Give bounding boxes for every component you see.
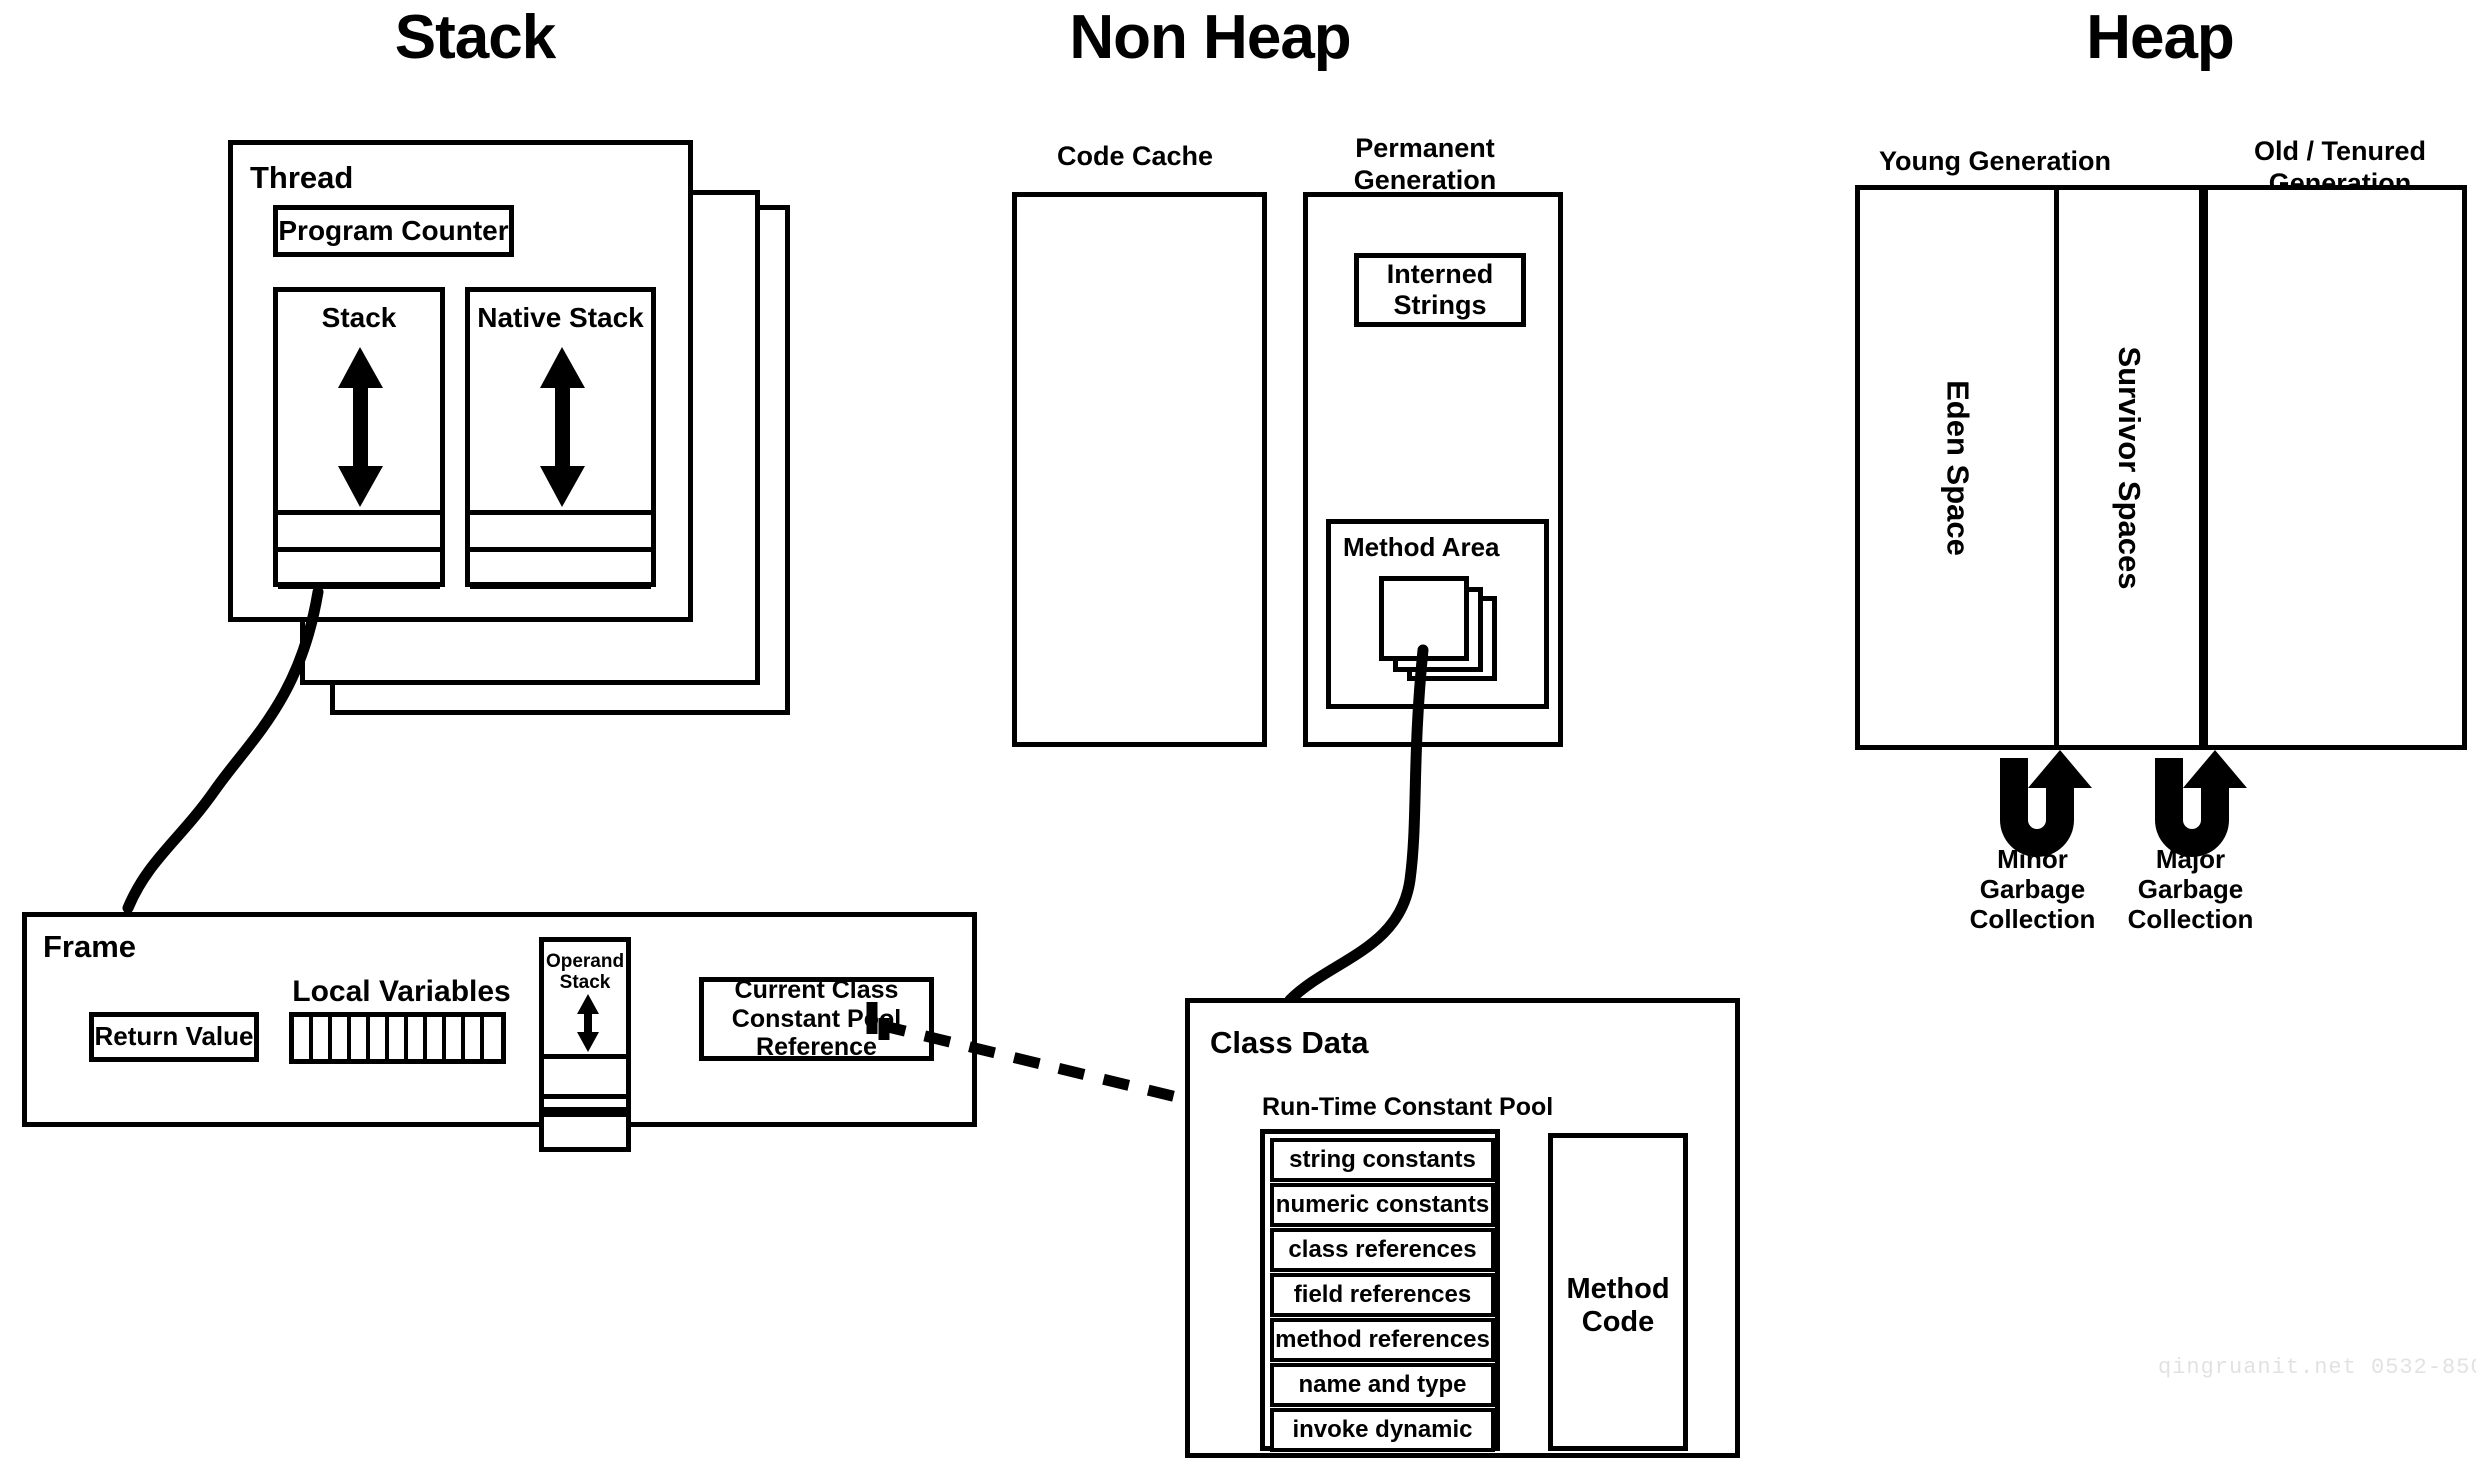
constant-pool-reference-box[interactable]: Current Class Constant Pool Reference — [699, 975, 934, 1062]
method-code-box[interactable]: Method Code — [1548, 1133, 1688, 1451]
frame-box[interactable]: Frame Return Value Local Variables Opera… — [22, 912, 977, 1152]
runtime-constant-pool-box[interactable]: string constants numeric constants class… — [1260, 1129, 1500, 1452]
method-area-box[interactable]: Method Area — [1326, 519, 1549, 709]
section-title-non-heap: Non Heap — [1069, 3, 1351, 72]
native-stack-row-divider-3 — [470, 584, 651, 589]
major-garbage-collection-label: Major Garbage Collection — [2123, 844, 2258, 935]
minor-gc-line2: Garbage — [1979, 873, 2086, 904]
native-stack-row-divider-2 — [470, 547, 651, 552]
young-generation-header: Young Generation — [1878, 146, 2111, 176]
minor-gc-line3: Collection — [1969, 903, 2096, 934]
operand-stack-row-divider-2 — [544, 1094, 626, 1099]
method-code-line1: Method — [1566, 1273, 1670, 1305]
section-title-stack: Stack — [394, 3, 556, 72]
program-counter-box[interactable]: Program Counter — [273, 205, 514, 257]
code-cache-header: Code Cache — [1056, 141, 1214, 171]
constant-pool-reference-line3: Reference — [756, 1033, 877, 1062]
method-area-label: Method Area — [1343, 532, 1500, 562]
eden-space-label: Eden Space — [1940, 379, 1976, 556]
major-gc-line2: Garbage — [2137, 873, 2244, 904]
permanent-generation-box[interactable]: Interned Strings Method Area — [1303, 192, 1563, 747]
major-gc-line1: Major — [2155, 844, 2226, 874]
operand-stack-row-divider-1 — [544, 1054, 626, 1059]
native-stack-row-divider-1 — [470, 510, 651, 515]
method-code-line2: Code — [1581, 1306, 1655, 1339]
major-gc-line3: Collection — [2127, 903, 2254, 934]
old-tenured-generation-box[interactable] — [2203, 185, 2467, 750]
constant-pool-entry-1[interactable]: numeric constants — [1270, 1183, 1495, 1227]
stack-row-divider-3 — [278, 584, 440, 589]
watermark: qingruanit.net 0532-85025005 — [2158, 1355, 2476, 1380]
interned-strings-line1: Interned — [1386, 258, 1494, 289]
operand-stack-bidirectional-arrow-icon — [577, 994, 599, 1052]
constant-pool-entry-6[interactable]: invoke dynamic — [1270, 1408, 1495, 1452]
major-gc-arrow-icon — [2155, 750, 2247, 857]
class-data-label: Class Data — [1210, 1025, 1369, 1060]
interned-strings-line2: Strings — [1393, 290, 1487, 320]
minor-gc-arrow-icon — [2000, 750, 2092, 857]
thread-label: Thread — [250, 160, 354, 195]
program-counter-label: Program Counter — [278, 214, 509, 246]
survivor-spaces-label: Survivor Spaces — [2112, 346, 2147, 589]
constant-pool-entry-0[interactable]: string constants — [1270, 1138, 1495, 1182]
stack-row-divider-2 — [278, 547, 440, 552]
old-generation-header-line1: Old / Tenured — [2253, 136, 2426, 166]
interned-strings-box[interactable]: Interned Strings — [1354, 253, 1526, 327]
method-area-card-front — [1379, 576, 1469, 661]
minor-gc-line1: Minor — [1997, 844, 2068, 874]
local-variables-label: Local Variables — [292, 975, 511, 1008]
constant-pool-entry-3[interactable]: field references — [1270, 1273, 1495, 1317]
stack-box[interactable]: Stack — [273, 287, 445, 589]
survivor-spaces-box[interactable]: Survivor Spaces — [2054, 185, 2204, 750]
minor-garbage-collection-label: Minor Garbage Collection — [1965, 844, 2100, 935]
constant-pool-entry-5[interactable]: name and type — [1270, 1363, 1495, 1407]
constant-pool-reference-line2: Constant Pool — [731, 1004, 902, 1033]
code-cache-box[interactable] — [1012, 192, 1267, 747]
return-value-box[interactable]: Return Value — [89, 1012, 259, 1062]
operand-stack-row-3 — [539, 1112, 631, 1152]
class-data-box[interactable]: Class Data Run-Time Constant Pool string… — [1185, 998, 1740, 1458]
section-title-heap: Heap — [2086, 3, 2235, 72]
eden-space-box[interactable]: Eden Space — [1855, 185, 2060, 750]
operand-stack-box[interactable]: Operand Stack — [539, 937, 631, 1112]
permanent-generation-header: Permanent Generation — [1290, 132, 1560, 197]
native-stack-box[interactable]: Native Stack — [465, 287, 656, 589]
constant-pool-entry-2[interactable]: class references — [1270, 1228, 1495, 1272]
frame-label: Frame — [43, 929, 137, 964]
constant-pool-entry-4[interactable]: method references — [1270, 1318, 1495, 1362]
stack-row-divider-1 — [278, 510, 440, 515]
constant-pool-reference-line1: Current Class — [734, 975, 899, 1004]
return-value-label: Return Value — [94, 1021, 254, 1052]
thread-card[interactable]: Thread Program Counter Stack Native Stac… — [228, 140, 693, 622]
local-variables-array[interactable] — [289, 1012, 506, 1064]
permanent-generation-header-line1: Permanent — [1355, 133, 1495, 163]
runtime-constant-pool-label: Run-Time Constant Pool — [1262, 1093, 1554, 1121]
permanent-generation-header-line2: Generation — [1353, 165, 1497, 196]
